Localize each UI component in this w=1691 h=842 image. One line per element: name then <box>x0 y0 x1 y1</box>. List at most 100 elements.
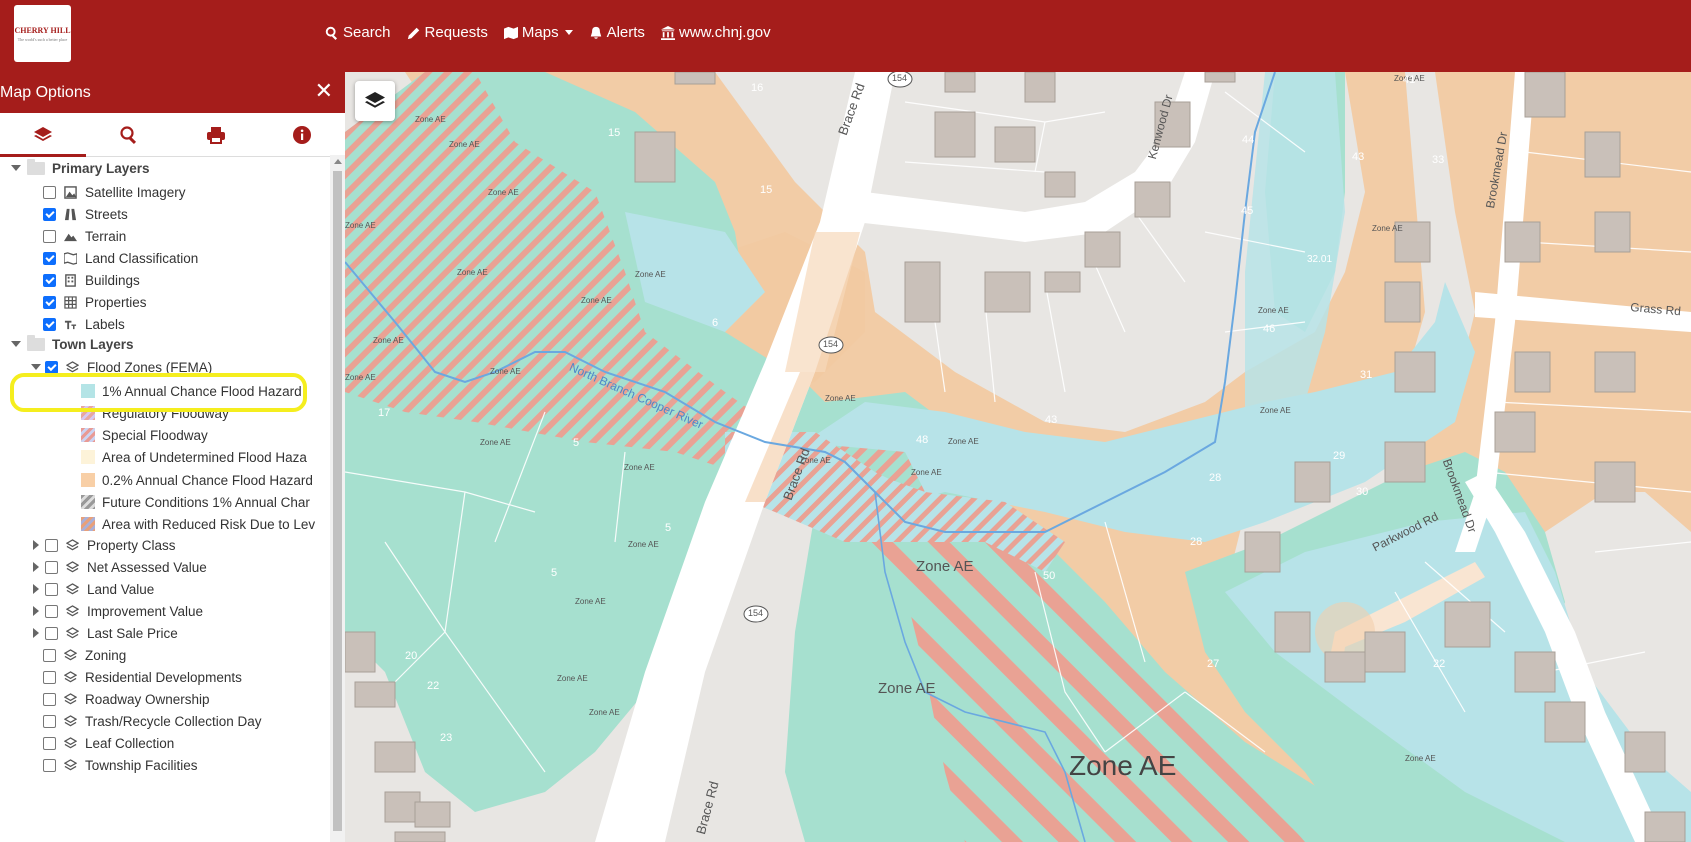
zone-label: Zone AE <box>1372 224 1403 233</box>
road-label-grass-rd: Grass Rd <box>1629 300 1682 319</box>
group-label: Primary Layers <box>52 160 150 176</box>
zone-label: Zone AE <box>1405 754 1436 763</box>
layer-label: Labels <box>85 316 125 332</box>
parcel-number: 28 <box>1209 472 1222 484</box>
layer-checkbox[interactable] <box>45 560 58 574</box>
grid-icon <box>63 295 77 309</box>
layer-terrain[interactable]: Terrain <box>43 225 126 247</box>
layer-label: Residential Developments <box>85 669 242 685</box>
layer-switcher-button[interactable] <box>355 81 395 121</box>
layer-checkbox[interactable] <box>43 295 56 309</box>
tab-search[interactable] <box>86 113 172 156</box>
nav-maps[interactable]: Maps <box>503 24 573 41</box>
route-label: 154 <box>823 339 839 349</box>
caret-right-icon[interactable] <box>33 584 39 594</box>
layer-checkbox[interactable] <box>43 648 56 662</box>
nav-website[interactable]: www.chnj.gov <box>660 24 771 41</box>
parcel-number: 31 <box>1360 369 1373 381</box>
layer-checkbox[interactable] <box>45 626 58 640</box>
layer-labels[interactable]: Labels <box>43 313 125 335</box>
road-label-brookmead-dr: Brookmead Dr <box>1483 130 1511 210</box>
layer-label: Last Sale Price <box>87 625 178 641</box>
layer-checkbox[interactable] <box>45 360 58 374</box>
layer-improvement-value[interactable]: Improvement Value <box>33 600 203 622</box>
parcel-number: 45 <box>1241 205 1254 217</box>
layer-property-class[interactable]: Property Class <box>33 534 176 556</box>
layer-label: Leaf Collection <box>85 735 175 751</box>
parcel-number: 20 <box>405 650 418 662</box>
layer-checkbox[interactable] <box>43 273 56 287</box>
layer-checkbox[interactable] <box>45 604 58 618</box>
group-town-layers[interactable]: Town Layers <box>11 333 134 355</box>
scroll-up-arrow[interactable] <box>334 159 342 164</box>
caret-right-icon[interactable] <box>33 628 39 638</box>
nav-alerts[interactable]: Alerts <box>589 24 645 41</box>
main-nav: Search Requests Maps Alerts www.chnj.gov <box>325 24 787 41</box>
layer-streets[interactable]: Streets <box>43 203 128 225</box>
layer-checkbox[interactable] <box>45 582 58 596</box>
legend-label: Area of Undetermined Flood Haza <box>102 449 307 465</box>
nav-requests[interactable]: Requests <box>407 24 488 41</box>
zone-label: Zone AE <box>825 394 856 403</box>
building-icon <box>660 25 675 40</box>
layer-checkbox[interactable] <box>45 538 58 552</box>
zone-label: Zone AE <box>628 540 659 549</box>
text-icon <box>63 317 77 331</box>
layer-checkbox[interactable] <box>43 251 56 265</box>
caret-right-icon[interactable] <box>33 606 39 616</box>
layer-land-value[interactable]: Land Value <box>33 578 154 600</box>
tab-info[interactable] <box>259 113 345 156</box>
zone-label: Zone AE <box>457 268 488 277</box>
layer-checkbox[interactable] <box>43 736 56 750</box>
tab-print[interactable] <box>173 113 259 156</box>
zone-label: Zone AE <box>490 367 521 376</box>
layer-checkbox[interactable] <box>43 758 56 772</box>
nav-search[interactable]: Search <box>325 24 391 41</box>
tab-layers[interactable] <box>0 113 87 157</box>
layer-label: Streets <box>85 206 128 222</box>
layer-checkbox[interactable] <box>43 692 56 706</box>
layer-net-assessed-value[interactable]: Net Assessed Value <box>33 556 207 578</box>
layer-checkbox[interactable] <box>43 229 56 243</box>
layer-label: Property Class <box>87 537 176 553</box>
layer-satellite-imagery[interactable]: Satellite Imagery <box>43 181 186 203</box>
layer-properties[interactable]: Properties <box>43 291 147 313</box>
layers-outline-icon <box>65 538 79 552</box>
close-icon[interactable]: ✕ <box>315 80 333 102</box>
layer-residential-developments[interactable]: Residential Developments <box>43 666 242 688</box>
scrollbar-thumb[interactable] <box>333 171 342 831</box>
layer-zoning[interactable]: Zoning <box>43 644 126 666</box>
group-primary-layers[interactable]: Primary Layers <box>11 157 150 179</box>
layer-land-classification[interactable]: Land Classification <box>43 247 198 269</box>
layer-last-sale-price[interactable]: Last Sale Price <box>33 622 178 644</box>
chevron-down-icon <box>564 30 573 35</box>
map-canvas[interactable]: 154 154 154 Brace Rd Brace Rd Brace Rd K… <box>345 72 1691 842</box>
caret-right-icon[interactable] <box>33 540 39 550</box>
panel-title: Map Options <box>0 83 91 101</box>
layer-label: Improvement Value <box>87 603 204 619</box>
caret-right-icon[interactable] <box>33 562 39 572</box>
layer-checkbox[interactable] <box>43 670 56 684</box>
layer-label: Zoning <box>85 647 127 663</box>
layers-outline-icon <box>63 648 77 662</box>
legend-label: Area with Reduced Risk Due to Lev <box>102 516 316 532</box>
mountain-icon <box>63 229 77 243</box>
layer-label: Buildings <box>85 272 140 288</box>
layer-roadway-ownership[interactable]: Roadway Ownership <box>43 688 210 710</box>
panel-scrollbar[interactable] <box>330 155 345 842</box>
caret-down-icon[interactable] <box>31 364 41 370</box>
layer-trash-recycle[interactable]: Trash/Recycle Collection Day <box>43 710 262 732</box>
map-options-panel: Map Options ✕ Primary Layers Satellite I… <box>0 72 345 842</box>
layer-checkbox[interactable] <box>43 207 56 221</box>
cherry-hill-logo[interactable]: CHERRY HILL The world's such a better pl… <box>14 5 71 62</box>
legend-swatch <box>81 517 95 531</box>
info-icon <box>292 125 311 144</box>
layer-buildings[interactable]: Buildings <box>43 269 140 291</box>
layer-leaf-collection[interactable]: Leaf Collection <box>43 732 174 754</box>
layer-checkbox[interactable] <box>43 714 56 728</box>
layer-checkbox[interactable] <box>43 185 56 199</box>
layer-checkbox[interactable] <box>43 317 56 331</box>
panel-header: Map Options ✕ <box>0 72 345 113</box>
layers-outline-icon <box>65 560 79 574</box>
layer-township-facilities[interactable]: Township Facilities <box>43 754 198 776</box>
